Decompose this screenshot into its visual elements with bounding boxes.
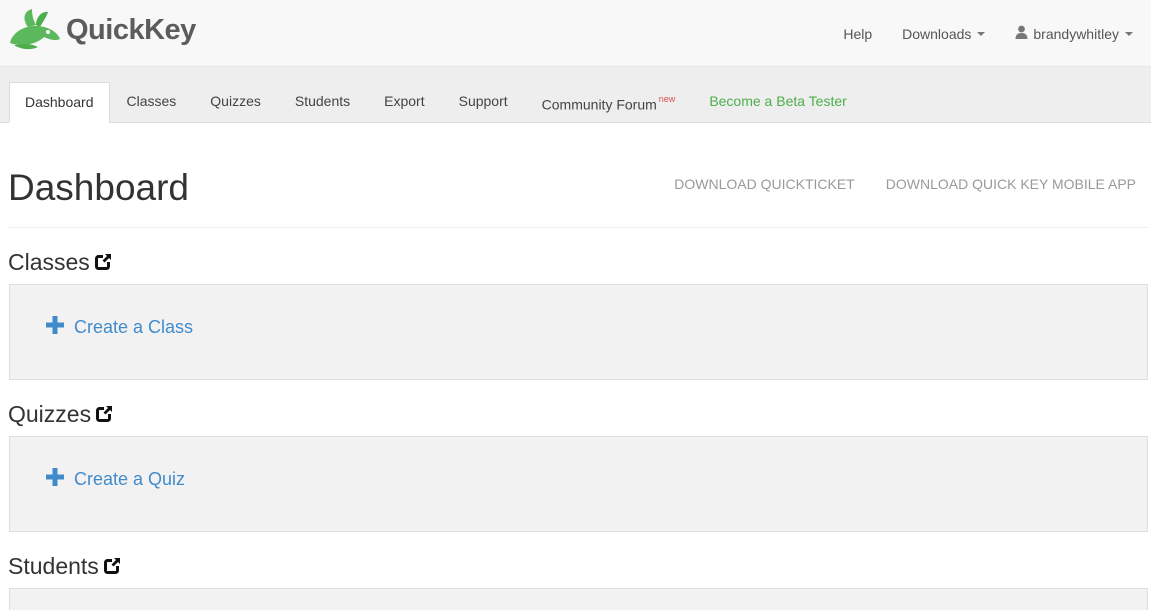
classes-section-title: Classes	[8, 247, 112, 277]
brand-name-key: Key	[144, 13, 196, 46]
external-link-icon[interactable]	[96, 399, 114, 429]
tab-dashboard[interactable]: Dashboard	[9, 82, 110, 123]
download-quickticket-link[interactable]: DOWNLOAD QUICKTICKET	[674, 176, 854, 192]
create-quiz-label: Create a Quiz	[74, 469, 186, 489]
tab-community-forum[interactable]: Community Forum new	[525, 82, 693, 122]
rabbit-logo-icon	[8, 7, 64, 53]
plus-icon	[46, 316, 64, 339]
top-nav-links: Help Downloads brandywhitley	[813, 0, 1133, 67]
caret-down-icon	[1125, 31, 1133, 36]
header-divider	[8, 227, 1148, 228]
external-link-icon[interactable]	[94, 247, 112, 277]
downloads-dropdown[interactable]: Downloads	[902, 25, 986, 42]
page-title: Dashboard	[8, 167, 190, 208]
plus-icon	[46, 468, 64, 491]
quizzes-heading: Quizzes	[8, 401, 92, 427]
user-menu-dropdown[interactable]: brandywhitley	[1015, 25, 1133, 42]
quizzes-panel: Create a Quiz	[9, 436, 1148, 532]
classes-panel: Create a Class	[9, 284, 1148, 380]
students-panel	[9, 588, 1148, 610]
caret-down-icon	[977, 31, 986, 36]
external-link-icon[interactable]	[103, 551, 121, 581]
user-icon	[1015, 25, 1028, 42]
tab-export[interactable]: Export	[367, 82, 441, 122]
students-section-title: Students	[8, 551, 121, 581]
main-tabs: Dashboard Classes Quizzes Students Expor…	[9, 82, 864, 123]
create-class-label: Create a Class	[74, 317, 194, 337]
top-navbar: QuickKey Help Downloads brandywhitley	[0, 0, 1151, 67]
students-heading: Students	[8, 553, 99, 579]
tab-become-beta-tester[interactable]: Become a Beta Tester	[692, 82, 863, 122]
download-mobile-app-link[interactable]: DOWNLOAD QUICK KEY MOBILE APP	[886, 176, 1136, 192]
create-quiz-link[interactable]: Create a Quiz	[46, 468, 185, 491]
classes-heading: Classes	[8, 249, 90, 275]
username-label: brandywhitley	[1033, 25, 1119, 42]
quizzes-section-title: Quizzes	[8, 399, 114, 429]
tab-classes[interactable]: Classes	[110, 82, 194, 122]
new-badge: new	[658, 94, 676, 104]
downloads-label: Downloads	[902, 25, 972, 42]
create-class-link[interactable]: Create a Class	[46, 316, 193, 339]
tab-support[interactable]: Support	[442, 82, 525, 122]
tab-students[interactable]: Students	[278, 82, 367, 122]
tab-community-forum-label: Community Forum	[541, 96, 657, 113]
brand-name: QuickKey	[66, 14, 196, 47]
brand-logo[interactable]: QuickKey	[8, 6, 196, 54]
main-tabs-bar: Dashboard Classes Quizzes Students Expor…	[0, 67, 1151, 123]
page-header-links: DOWNLOAD QUICKTICKET DOWNLOAD QUICK KEY …	[643, 176, 1136, 192]
help-link[interactable]: Help	[843, 26, 872, 42]
brand-name-quick: Quick	[66, 13, 145, 46]
tab-quizzes[interactable]: Quizzes	[193, 82, 278, 122]
